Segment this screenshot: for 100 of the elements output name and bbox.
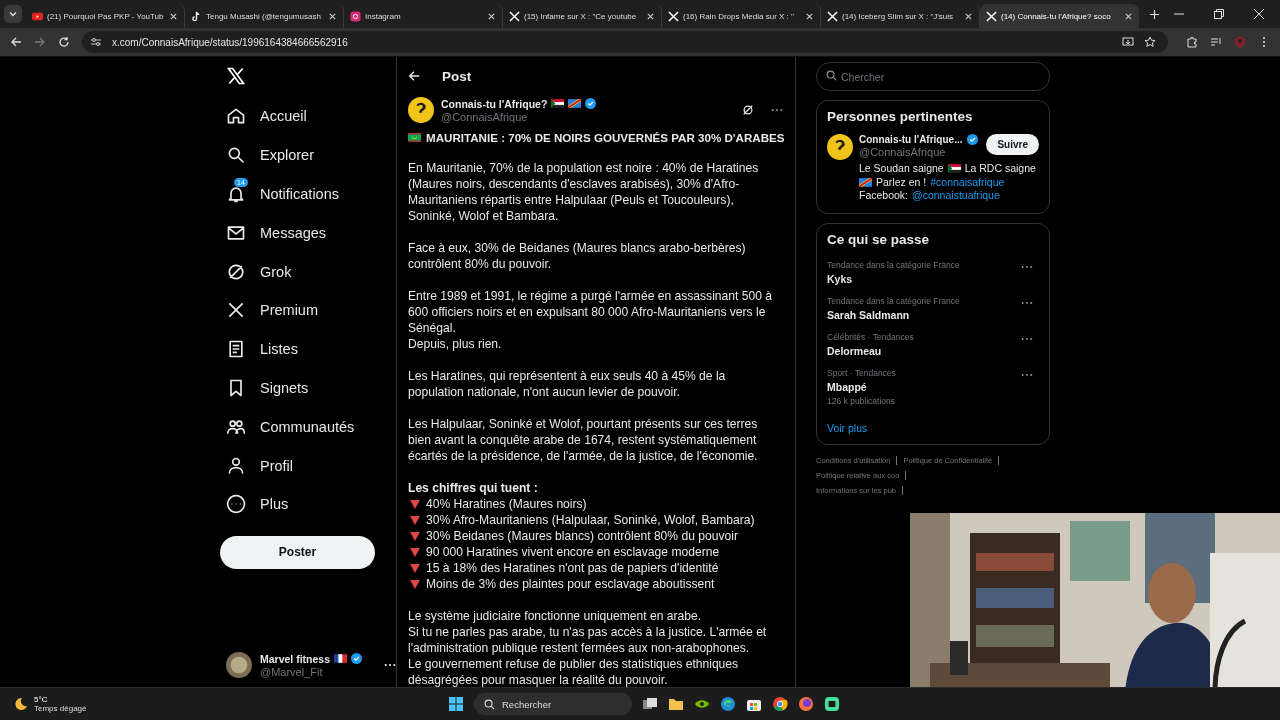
search-icon [484,698,495,710]
list-item: 30% Beidanes (Maures blancs) contrôlent 80% du pouvoir [426,528,738,544]
more-icon[interactable] [1021,336,1033,341]
trend-item[interactable]: Sport · Tendances Mbappé 126 k publications [827,364,1039,414]
home-icon [226,106,246,127]
nav-item[interactable]: Accueil [220,97,396,136]
more-icon[interactable] [1021,264,1033,269]
trend-item[interactable]: Tendance dans la catégorie France Kyks [827,256,1039,293]
nav-item[interactable]: Signets [220,368,396,408]
forward-icon[interactable] [34,36,46,48]
close-icon[interactable] [646,11,655,21]
app-icon[interactable] [824,696,840,712]
reload-icon[interactable] [58,36,70,48]
nav-item[interactable]: Profil [220,446,396,485]
nav-item[interactable]: Communautés [220,407,396,447]
verified-icon [351,653,362,664]
weather-text: Temps dégagé [34,704,87,713]
play-icon [32,10,43,22]
close-icon[interactable] [805,11,814,21]
sliders-icon[interactable] [90,36,102,48]
trend-item[interactable]: Tendance dans la catégorie France Sarah Saldmann [827,292,1039,329]
close-icon[interactable] [1254,9,1264,19]
more-icon[interactable] [1021,300,1033,305]
firefox-icon[interactable] [798,696,814,712]
x-logo-icon [668,10,679,22]
x-logo-icon [986,10,997,22]
close-icon[interactable] [169,11,178,21]
verified-icon [966,134,978,145]
author-handle[interactable]: @ConnaisAfrique [441,110,597,123]
browser-icon[interactable] [720,696,736,712]
nav-item[interactable]: Listes [220,329,396,369]
x-logo-icon[interactable] [226,66,246,86]
search-field[interactable]: Rechercher [474,693,632,715]
chrome-icon[interactable] [772,696,788,712]
post-text: Le gouvernement refuse de publier des statistiques ethniques désagrégées pour masquer la réalité du pouvoir. [408,656,740,687]
windows-icon[interactable] [448,696,464,712]
person-bio: Le Soudan saigne La RDC saigne Parlez en ! #connaisafrique Facebook: @connaistuafrique [859,162,1037,203]
person-name[interactable]: Connais-tu l'Afrique... [859,134,963,145]
install-icon[interactable] [1122,36,1134,48]
post-text: Depuis, plus rien. [408,336,503,352]
new-tab-icon[interactable] [1149,8,1160,20]
hashtag-link[interactable]: #connaisafrique [930,175,1005,189]
more-icon [226,494,246,515]
post-button[interactable]: Poster [220,535,375,569]
nav-item[interactable]: Messages [220,213,396,253]
post-text: En Mauritanie, 70% de la population est noire : 40% de Haratines (Maures noirs, descendants d'esclaves arabisés), 30% d'Afro-Mauritaniens répartis entre Halpulaar (Peuls et Toucouleurs), Soninké, Wolof et Bambara. [408,160,760,224]
task-view-icon[interactable] [642,696,658,712]
post-text: Si tu ne parles pas arabe, tu n'as pas accès à la justice. L'armée et l'administration publique restent fermées aux non-arabophones. [408,624,768,656]
post-text: Entre 1989 et 1991, le régime a purgé l'armée en assassinant 500 à 600 officiers noirs et en expulsant 80 000 Afro-Mauritaniens vers le Sénégal. [408,288,773,336]
close-icon[interactable] [328,11,337,21]
slashed-circle-icon[interactable] [742,104,754,116]
x-logo-icon [509,10,520,22]
browser-tab[interactable]: (14) Connais-tu l'Afrique? soco [980,4,1139,28]
puzzle-icon[interactable] [1186,36,1198,48]
star-icon[interactable] [1144,36,1156,48]
more-icon[interactable] [771,108,783,112]
card-title: Personnes pertinentes [827,109,974,124]
nav-item[interactable]: Plus [220,484,396,524]
list-item: Moins de 3% des plaintes pour esclavage aboutissent [426,576,715,592]
search-field[interactable]: Chercher [816,62,1050,91]
verified-icon [585,98,597,109]
back-icon[interactable] [408,70,420,82]
music-note-icon [191,10,202,22]
folder-icon[interactable] [668,696,684,712]
avatar[interactable] [226,651,252,679]
chevron-icon [8,9,18,19]
page-title: Post [442,68,472,84]
account-name: Marvel fitness [259,652,330,665]
list-item: 90 000 Haratines vivent encore en esclavage moderne [426,544,720,560]
post-text: Face à eux, 30% de Beidanes (Maures blancs arabo-berbères) contrôlent 80% du pouvoir. [408,240,747,272]
avatar[interactable] [408,97,434,123]
tab-search-button[interactable] [4,5,22,23]
post-headline: MAURITANIE : 70% DE NOIRS GOUVERNÉS PAR 30% D'ARABES [426,131,785,144]
address-field[interactable]: x.com/ConnaisAfrique/status/1996164384666562916 [82,31,1168,53]
more-icon[interactable] [1021,372,1033,377]
flag-icon [334,654,347,663]
close-icon[interactable] [964,11,973,21]
post-text: Les Halpulaar, Soninké et Wolof, pourtant présents sur ces terres bien avant la conquête arabe de 1674, restent systématiquement écartés de la présidence, de l'armée, de la justice, de l'économie. [408,416,759,464]
person-icon [226,455,246,476]
nav-item[interactable]: Premium [220,291,396,330]
flag-icon [408,133,421,142]
hashtag-link[interactable]: @connaistuafrique [912,189,1000,203]
back-icon[interactable] [10,36,22,48]
restore-icon[interactable] [1214,9,1224,19]
close-icon[interactable] [487,11,496,21]
follow-button[interactable]: Suivre [986,134,1039,155]
search-icon [826,70,837,81]
author-name[interactable]: Connais-tu l'Afrique? [441,97,548,110]
avatar[interactable] [827,134,853,160]
close-icon[interactable] [1124,11,1133,21]
list-item: 30% Afro-Mauritaniens (Halpulaar, Soninké, Wolof, Bambara) [426,512,755,528]
flag-icon [568,99,582,108]
nav-item[interactable]: Grok [220,252,396,291]
trend-item[interactable]: Célébrités · Tendances Delormeau [827,328,1039,365]
nav-item[interactable]: Explorer [220,135,396,175]
playlist-icon[interactable] [1210,36,1222,48]
card-title: Ce qui se passe [827,231,931,247]
more-icon[interactable] [384,663,396,667]
flag-icon [551,99,565,108]
show-more-link[interactable]: Voir plus [827,421,1039,434]
